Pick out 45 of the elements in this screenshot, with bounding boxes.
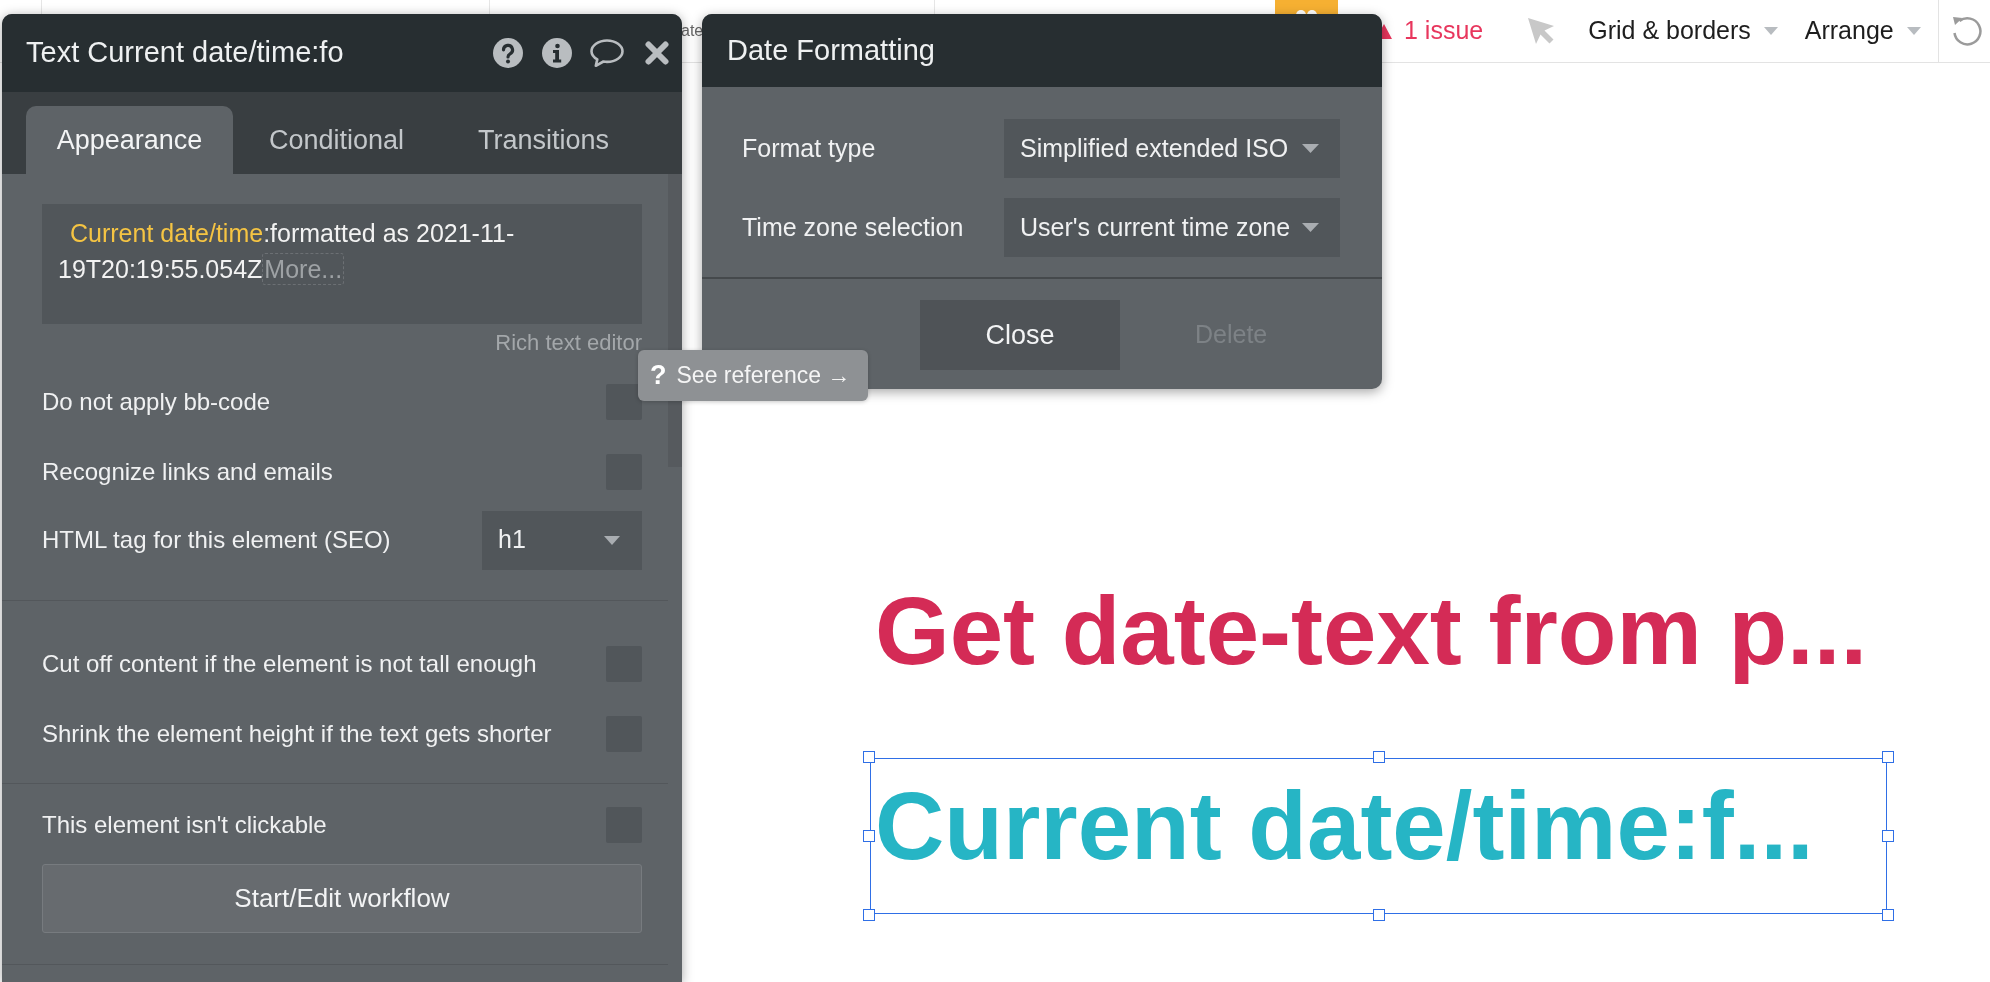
more-button[interactable]: More... bbox=[262, 253, 345, 285]
caret-icon bbox=[1763, 27, 1778, 35]
caret-icon bbox=[1302, 144, 1319, 153]
tab[interactable]: Conditional bbox=[233, 106, 440, 174]
resize-handle[interactable] bbox=[863, 909, 875, 921]
resize-handle[interactable] bbox=[863, 830, 875, 842]
resize-handle[interactable] bbox=[1882, 751, 1894, 763]
setting-label: Shrink the element height if the text gets shorter bbox=[42, 719, 552, 749]
heading-text[interactable]: Get date-text from p... bbox=[875, 575, 1886, 687]
field-label: Time zone selection bbox=[742, 211, 965, 243]
workflow-button[interactable]: Start/Edit workflow bbox=[42, 864, 642, 933]
toolbar-label: ate bbox=[681, 21, 704, 41]
resize-handle[interactable] bbox=[1372, 909, 1385, 921]
dialog-button[interactable]: Close bbox=[920, 300, 1120, 370]
checkbox[interactable] bbox=[606, 384, 642, 420]
setting-label: Do not apply bb-code bbox=[42, 387, 271, 417]
help-icon[interactable] bbox=[493, 38, 523, 68]
caret-icon bbox=[1302, 223, 1319, 232]
info-icon[interactable] bbox=[542, 38, 572, 68]
dropdown[interactable]: h1 bbox=[482, 510, 642, 570]
caret-icon bbox=[1906, 27, 1921, 35]
setting-label: HTML tag for this element (SEO) bbox=[42, 525, 391, 555]
setting-label: This element isn't clickable bbox=[42, 810, 327, 840]
close-icon[interactable] bbox=[645, 41, 669, 65]
question-mark-icon: ? bbox=[650, 362, 667, 389]
setting-label: Cut off content if the element is not tall enough bbox=[42, 649, 537, 679]
caret-icon bbox=[604, 535, 620, 545]
expression-field[interactable]: Current date/time:formatted as 2021-11- 19T20:19:55.054ZMore... bbox=[42, 204, 642, 324]
dropdown[interactable]: User's current time zone bbox=[1004, 198, 1340, 257]
speech-bubble-icon[interactable] bbox=[589, 38, 625, 68]
resize-handle[interactable] bbox=[1882, 830, 1894, 842]
issues-link[interactable]: 1 issue bbox=[1404, 12, 1484, 50]
resize-handle[interactable] bbox=[863, 751, 875, 763]
panel-title: Text Current date/time:fo bbox=[26, 35, 344, 71]
resize-handle[interactable] bbox=[1372, 751, 1385, 763]
setting-label: Recognize links and emails bbox=[42, 457, 333, 487]
tab[interactable]: Transitions bbox=[440, 106, 647, 174]
menu-button[interactable]: Grid & borders bbox=[1588, 12, 1778, 50]
dropdown[interactable]: Simplified extended ISO bbox=[1004, 119, 1340, 178]
see-reference-tooltip[interactable]: ? See reference → bbox=[638, 350, 869, 401]
field-label: Format type bbox=[742, 132, 877, 164]
menu-button[interactable]: Arrange bbox=[1804, 12, 1921, 50]
tab[interactable]: Appearance bbox=[26, 106, 233, 174]
resize-handle[interactable] bbox=[1882, 909, 1894, 921]
dialog-title: Date Formatting bbox=[727, 32, 935, 68]
